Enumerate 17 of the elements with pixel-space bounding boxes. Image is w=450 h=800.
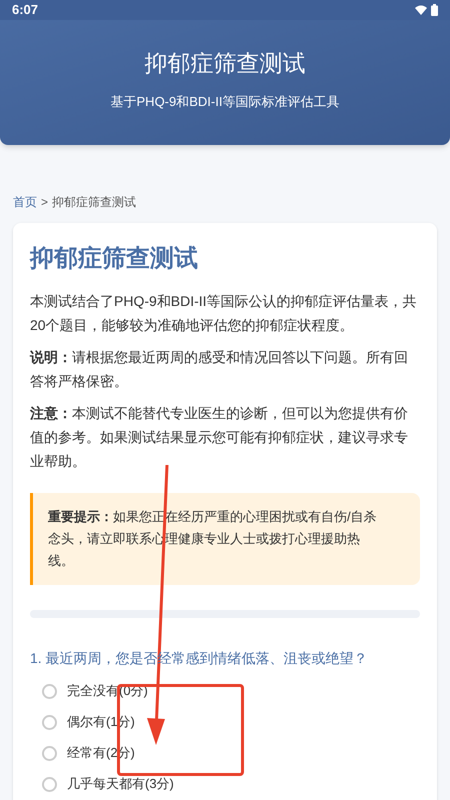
page-title: 抑郁症筛查测试 [144,48,306,78]
status-time: 6:07 [12,1,38,20]
intro-paragraph: 本测试结合了PHQ-9和BDI-II等国际公认的抑郁症评估量表，共20个题目，能够较为准确地评估您的抑郁症状程度。 [30,292,418,335]
page-subtitle: 基于PHQ-9和BDI-II等国际标准评估工具 [110,93,340,111]
intro-paragraph: 说明：请根据您最近两周的感受和情况回答以下问题。所有回答将严格保密。 [30,348,409,391]
radio-button[interactable] [42,746,57,760]
battery-icon [431,4,438,16]
card-title: 抑郁症筛查测试 [30,244,199,274]
option-label[interactable]: 几乎每天都有(3分) [67,774,174,794]
radio-button[interactable] [42,684,57,698]
intro-paragraph: 注意：本测试不能替代专业医生的诊断，但可以为您提供有价值的参考。如果测试结果显示您可能有抑郁症状，建议寻求专业帮助。 [30,404,409,471]
radio-button[interactable] [42,714,57,730]
breadcrumb-current: 抑郁症筛查测试 [52,194,136,211]
breadcrumb-home-link[interactable]: 首页 [13,193,37,211]
radio-button[interactable] [42,776,57,792]
breadcrumb-separator: > [41,194,48,211]
wifi-icon [415,5,427,15]
